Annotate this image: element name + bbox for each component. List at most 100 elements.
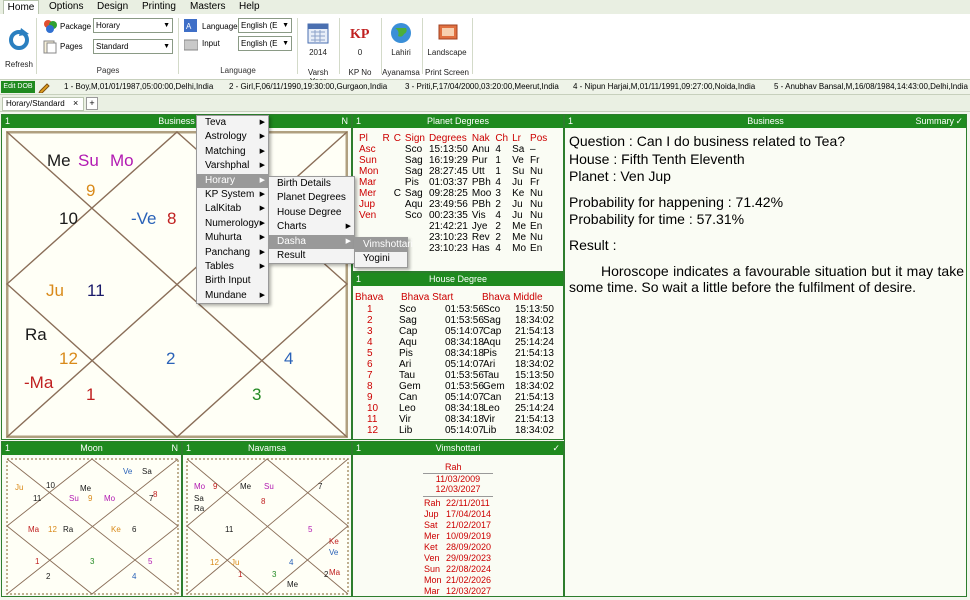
table-cell: 21:54:13 <box>515 326 554 337</box>
close-icon[interactable]: × <box>73 98 78 108</box>
table-cell <box>403 221 427 232</box>
table-cell: Sag <box>483 315 501 326</box>
table-cell: Lib <box>399 425 413 436</box>
chevron-right-icon: ▶ <box>259 162 265 170</box>
check-icon[interactable]: ✓ <box>955 115 963 128</box>
menu-item-numerology[interactable]: Numerology ▶ <box>197 217 268 231</box>
menu-item-teva[interactable]: Teva ▶ <box>197 116 268 130</box>
refresh-button[interactable]: Refresh <box>4 24 33 69</box>
tab-help[interactable]: Help <box>237 0 262 14</box>
menu-item-horary[interactable]: Horary ▶ <box>197 173 268 188</box>
ribbon-tab-bar: Home Options Design Printing Masters Hel… <box>0 0 970 14</box>
menu-item-matching[interactable]: Matching ▶ <box>197 145 268 159</box>
menu-item-result[interactable]: Result <box>269 249 354 263</box>
table-cell: Ju <box>512 177 523 188</box>
dob-entry[interactable]: 2 - Girl,F,06/11/1990,19:30:00,Gurgaon,I… <box>229 82 387 91</box>
chart-label: Me <box>287 580 299 589</box>
table-cell: 21:54:13 <box>515 414 554 425</box>
menu-item-kp-system[interactable]: KP System ▶ <box>197 188 268 202</box>
chart-label: Ju <box>231 558 240 567</box>
menu-item-birth-input[interactable]: Birth Input <box>197 274 268 288</box>
print-screen-button[interactable]: Landscape Print Screen <box>424 18 470 77</box>
chart-label: 9 <box>88 494 93 503</box>
chart-label: 12 <box>210 558 219 567</box>
table-cell <box>380 177 391 188</box>
menu-item-vimshottari[interactable]: Vimshottari <box>355 238 413 253</box>
chevron-right-icon: ▶ <box>259 262 265 270</box>
menu-item-birth-details[interactable]: Birth Details <box>269 177 354 191</box>
chart-label: 6 <box>132 525 137 534</box>
table-cell <box>392 177 403 188</box>
table-cell: 21:42:21 <box>428 221 468 232</box>
navamsa-chart-panel: 1 Navamsa Mo Sa 9 7 Ra 8 Me Su 11 5 Ke Ve 12 Ju 4 Ma 1 3 2 M… <box>182 441 352 597</box>
menu-item-muhurta[interactable]: Muhurta ▶ <box>197 231 268 245</box>
menu-item-mundane[interactable]: Mundane ▶ <box>197 289 268 303</box>
tab-printing[interactable]: Printing <box>140 0 178 14</box>
kp-no-button[interactable]: KP 0 KP No <box>342 18 378 77</box>
menu-item-varshphal[interactable]: Varshphal ▶ <box>197 159 268 173</box>
chart-label: Su <box>264 482 274 491</box>
language-label: Language <box>202 22 238 31</box>
table-cell: 25:14:24 <box>515 403 554 414</box>
dasha-submenu: Vimshottari Yogini <box>354 237 413 268</box>
edit-dob-button[interactable]: Edit DOB <box>1 81 35 93</box>
dob-entry[interactable]: 3 - Priti,F,17/04/2000,03:20:00,Meerut,I… <box>405 82 559 91</box>
table-cell: 28:27:45 <box>428 166 468 177</box>
tab-options[interactable]: Options <box>47 0 85 14</box>
table-cell: Su <box>512 166 525 177</box>
panel-header: 1 Planet Degrees <box>353 115 563 128</box>
table-cell: 15:13:50 <box>515 370 554 381</box>
menu-item-charts[interactable]: Charts ▶ <box>269 220 354 234</box>
tab-home[interactable]: Home <box>3 0 39 14</box>
keyboard-icon <box>184 39 198 51</box>
chevron-right-icon: ▶ <box>259 190 265 198</box>
planet-label: Mo <box>110 151 134 170</box>
dob-entry[interactable]: 4 - Nipun Harjai,M,01/11/1991,09:27:00,N… <box>573 82 755 91</box>
language-select[interactable]: English (E ▼ <box>238 18 292 33</box>
table-row: 21:42:21 Jye 2 Me En <box>357 221 549 232</box>
pages-select[interactable]: Standard ▼ <box>93 39 173 54</box>
chevron-right-icon: ▶ <box>345 223 351 231</box>
tab-masters[interactable]: Masters <box>188 0 228 14</box>
table-cell: 25:14:24 <box>515 337 554 348</box>
language-icon: A <box>184 19 197 32</box>
tab-design[interactable]: Design <box>95 0 130 14</box>
divider <box>423 496 493 497</box>
menu-item-panchang[interactable]: Panchang ▶ <box>197 246 268 260</box>
chart-label: 12 <box>48 525 57 534</box>
dob-entry[interactable]: 5 - Anubhav Bansal,M,16/08/1984,14:43:00… <box>774 82 968 91</box>
menu-item-tables[interactable]: Tables ▶ <box>197 260 268 274</box>
group-label-pages: Pages <box>96 66 120 75</box>
table-cell: 01:53:56 <box>445 304 484 315</box>
chart-label: 7 <box>318 482 323 491</box>
varsh-year-button[interactable]: 2014 Varsh Year <box>300 18 336 86</box>
menu-item-astrology[interactable]: Astrology ▶ <box>197 130 268 144</box>
table-cell: 1 <box>495 166 501 177</box>
table-cell: Me <box>512 221 527 232</box>
tab-horary-standard[interactable]: Horary/Standard <box>2 97 84 111</box>
kp-icon: KP <box>350 27 370 42</box>
dob-entry[interactable]: 1 - Boy,M,01/01/1987,05:00:00,Delhi,Indi… <box>64 82 213 91</box>
menu-item-dasha[interactable]: Dasha ▶ <box>269 234 354 249</box>
add-tab-button[interactable]: + <box>86 97 98 110</box>
chart-label: 9 <box>213 482 218 491</box>
ayanamsa-button[interactable]: Lahiri Ayanamsa <box>382 18 420 77</box>
table-cell: Vis <box>471 210 486 221</box>
input-select[interactable]: English (E ▼ <box>238 36 292 51</box>
pencil-icon[interactable] <box>38 81 50 93</box>
table-cell: 21:54:13 <box>515 392 554 403</box>
separator <box>297 18 298 74</box>
probability-happening: Probability for happening : 71.42% <box>569 194 784 210</box>
table-row: Asc Sco 15:13:50 Anu 4 Sa – <box>357 144 549 155</box>
menu-item-yogini[interactable]: Yogini <box>355 252 407 266</box>
menu-item-planet-degrees[interactable]: Planet Degrees <box>269 191 354 205</box>
table-cell <box>380 144 391 155</box>
svg-text:A: A <box>186 22 192 31</box>
menu-item-house-degree[interactable]: House Degree <box>269 206 354 220</box>
chevron-right-icon: ▶ <box>259 219 265 227</box>
table-cell: Ve <box>512 155 524 166</box>
menu-item-lalkitab[interactable]: LalKitab ▶ <box>197 202 268 216</box>
check-icon[interactable]: ✓ <box>552 442 560 455</box>
table-cell: Me <box>512 232 527 243</box>
package-select[interactable]: Horary ▼ <box>93 18 173 33</box>
